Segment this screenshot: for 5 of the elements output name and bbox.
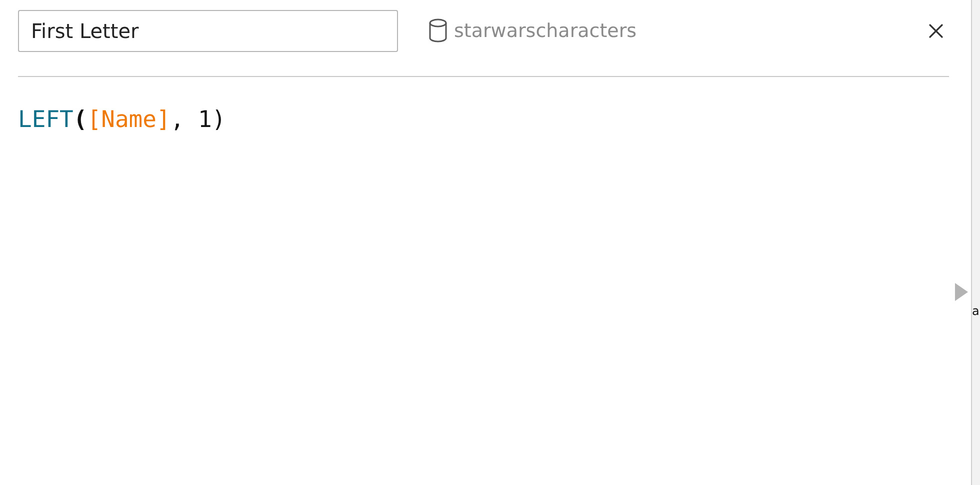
cut-off-text: a [972, 304, 980, 318]
database-icon [428, 18, 448, 44]
formula-text[interactable]: LEFT([Name], 1) [18, 107, 951, 133]
data-source-name: starwarscharacters [454, 20, 637, 42]
name-field[interactable]: First Letter [18, 10, 398, 52]
